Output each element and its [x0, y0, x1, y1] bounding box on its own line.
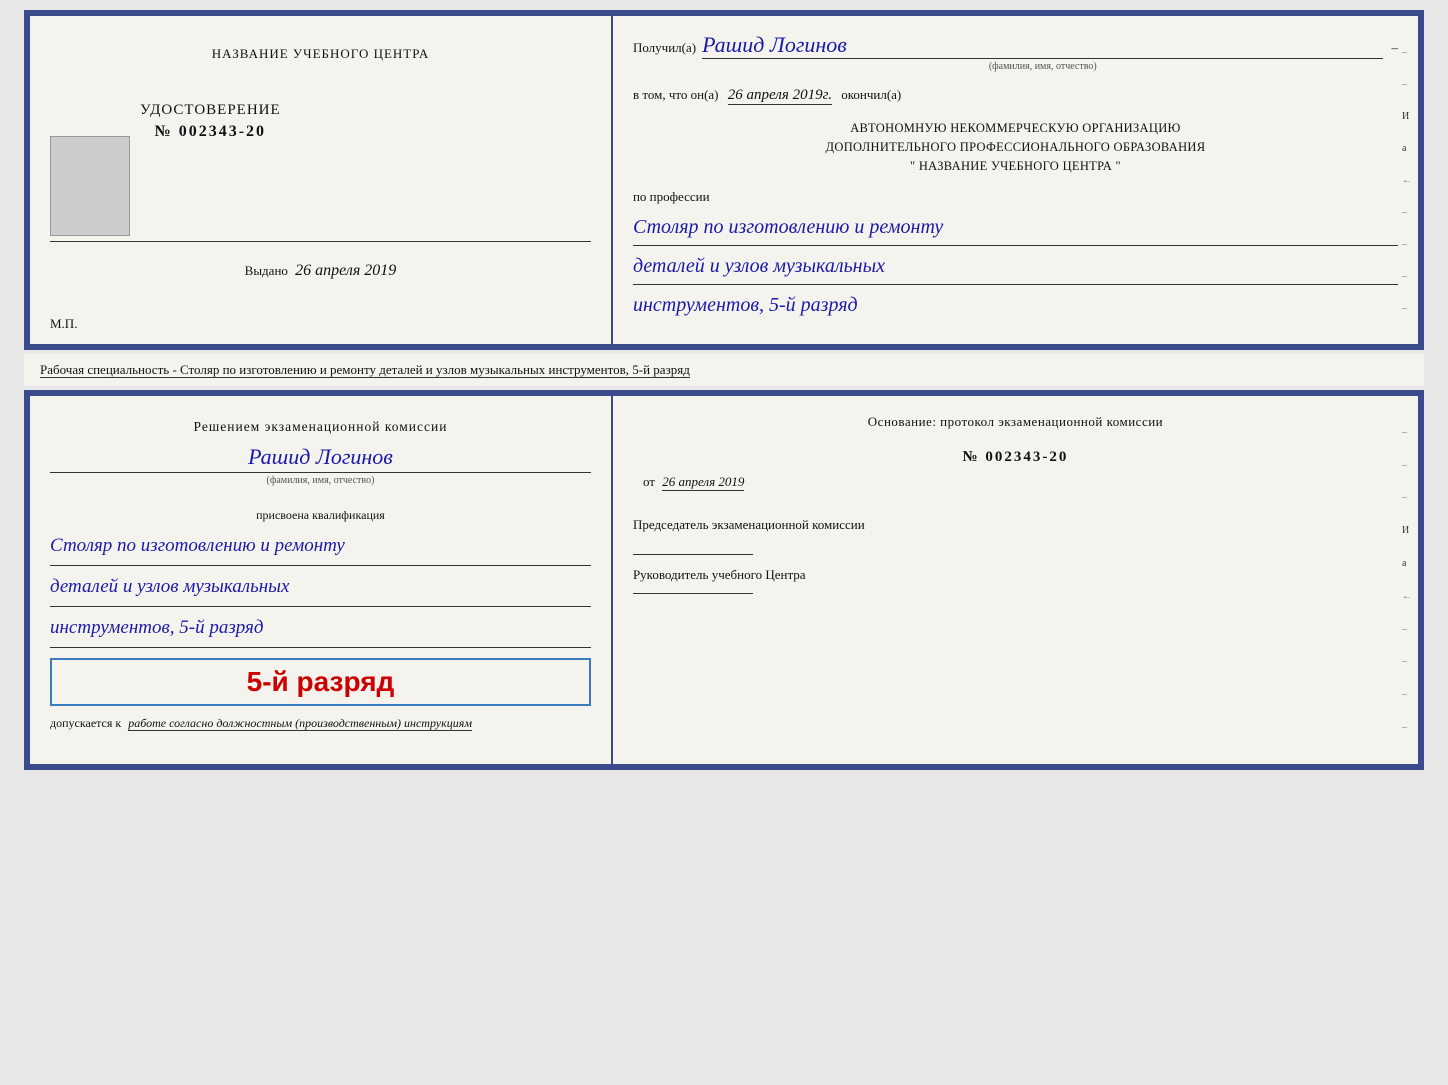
document-bottom: Решением экзаменационной комиссии Рашид … — [24, 390, 1424, 770]
fio-hand-bottom: Рашид Логинов — [50, 444, 591, 470]
ruk-label: Руководитель учебного Центра — [633, 565, 1398, 585]
ot-date: 26 апреля 2019 — [662, 474, 744, 491]
dopuskaetsya-text: работе согласно должностным (производств… — [128, 716, 472, 731]
fio-handwritten-top: Рашид Логинов — [702, 32, 847, 57]
chairman-label: Председатель экзаменационной комиссии — [633, 515, 1398, 535]
highlighted-box: 5-й разряд — [50, 658, 591, 706]
prisvoena-label: присвоена квалификация — [50, 508, 591, 523]
okonchil-label: окончил(а) — [841, 87, 901, 102]
ruk-sign-line — [633, 593, 753, 594]
osnovanie-label: Основание: протокол экзаменационной коми… — [633, 412, 1398, 433]
autonomous-line3: " НАЗВАНИЕ УЧЕБНОГО ЦЕНТРА " — [633, 157, 1398, 176]
dopuskaetsya-row: допускается к работе согласно должностны… — [50, 716, 472, 731]
document-container: НАЗВАНИЕ УЧЕБНОГО ЦЕНТРА УДОСТОВЕРЕНИЕ №… — [24, 10, 1424, 770]
autonomous-line1: АВТОНОМНУЮ НЕКОММЕРЧЕСКУЮ ОРГАНИЗАЦИЮ — [633, 119, 1398, 138]
profession-line1: Столяр по изготовлению и ремонту — [633, 209, 1398, 246]
cert-type-label: УДОСТОВЕРЕНИЕ — [140, 102, 281, 119]
chairman-sign-line — [633, 554, 753, 555]
poluchil-label: Получил(а) — [633, 40, 696, 56]
vtom-prefix: в том, что он(а) — [633, 87, 719, 102]
fio-subtitle-top: (фамилия, имя, отчество) — [702, 61, 1383, 72]
vtom-date: 26 апреля 2019г. — [728, 87, 832, 105]
qualification-line1: Столяр по изготовлению и ремонту — [50, 527, 591, 566]
po-professii-label: по профессии — [633, 189, 1398, 205]
mp-label: М.П. — [50, 316, 77, 332]
center-title-top: НАЗВАНИЕ УЧЕБНОГО ЦЕНТРА — [212, 46, 429, 62]
panel-bottom-left: Решением экзаменационной комиссии Рашид … — [30, 396, 613, 764]
autonomous-block: АВТОНОМНУЮ НЕКОММЕРЧЕСКУЮ ОРГАНИЗАЦИЮ ДО… — [633, 119, 1398, 175]
big-rank: 5-й разряд — [62, 666, 579, 698]
ot-row: от 26 апреля 2019 — [633, 474, 1398, 491]
vidano-row: Выдано 26 апреля 2019 — [245, 262, 397, 280]
side-marks-bottom: – – – И а ← – – – – — [1402, 396, 1412, 764]
middle-text: Рабочая специальность - Столяр по изгото… — [40, 362, 690, 378]
cert-photo — [50, 136, 130, 236]
document-top: НАЗВАНИЕ УЧЕБНОГО ЦЕНТРА УДОСТОВЕРЕНИЕ №… — [24, 10, 1424, 350]
poluchil-row: Получил(а) Рашид Логинов (фамилия, имя, … — [633, 32, 1398, 59]
qualification-line3: инструментов, 5-й разряд — [50, 609, 591, 648]
side-marks-top: – – И а ← – – – – — [1402, 16, 1412, 344]
qualification-line2: деталей и узлов музыкальных — [50, 568, 591, 607]
middle-text-row: Рабочая специальность - Столяр по изгото… — [24, 354, 1424, 386]
profession-line3: инструментов, 5-й разряд — [633, 287, 1398, 323]
panel-top-left: НАЗВАНИЕ УЧЕБНОГО ЦЕНТРА УДОСТОВЕРЕНИЕ №… — [30, 16, 613, 344]
dopuskaetsya-label: допускается к — [50, 716, 121, 730]
profession-line2: деталей и узлов музыкальных — [633, 248, 1398, 285]
vidano-label: Выдано — [245, 263, 288, 278]
ot-label: от — [643, 474, 655, 489]
fio-subtitle-bottom: (фамилия, имя, отчество) — [267, 475, 375, 486]
vidano-date: 26 апреля 2019 — [295, 262, 396, 279]
panel-top-right: Получил(а) Рашид Логинов (фамилия, имя, … — [613, 16, 1418, 344]
vtom-row: в том, что он(а) 26 апреля 2019г. окончи… — [633, 87, 1398, 105]
cert-number-top: № 002343-20 — [140, 123, 281, 141]
protocol-number-bottom: № 002343-20 — [633, 449, 1398, 466]
panel-bottom-right: Основание: протокол экзаменационной коми… — [613, 396, 1418, 764]
autonomous-line2: ДОПОЛНИТЕЛЬНОГО ПРОФЕССИОНАЛЬНОГО ОБРАЗО… — [633, 138, 1398, 157]
resheniem-label: Решением экзаменационной комиссии — [50, 416, 591, 438]
